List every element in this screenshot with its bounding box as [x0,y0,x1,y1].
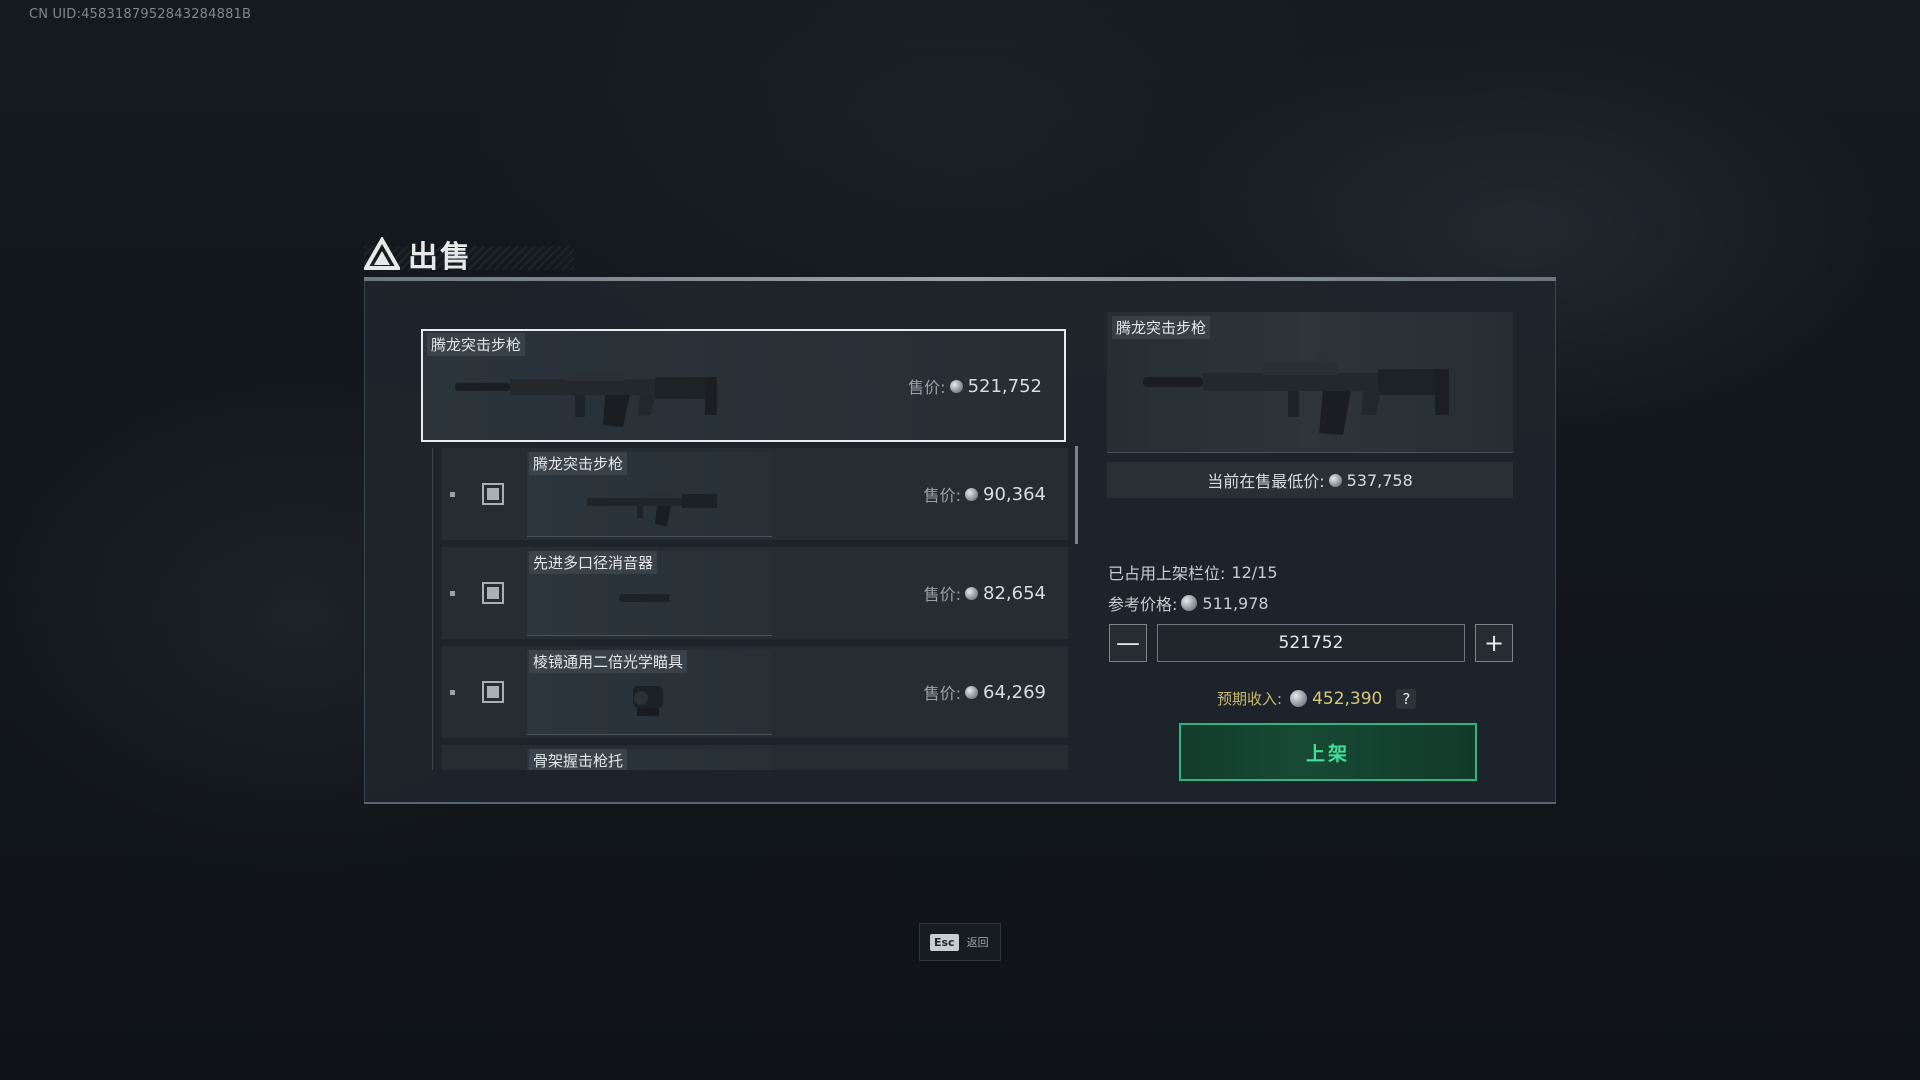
expected-income-value: 452,390 [1312,688,1383,709]
panel-top-border [364,277,1556,281]
increase-price-button[interactable]: + [1475,624,1513,662]
suppressor-icon [619,594,679,602]
coin-icon [965,487,979,501]
ref-price-value: 511,978 [1202,593,1269,613]
item-price-label: 售价: [923,585,962,604]
item-name: 腾龙突击步枪 [529,452,628,475]
item-price-label: 售价: [923,684,962,703]
page-header: 出售 [364,232,472,276]
slots-label: 已占用上架栏位: [1108,564,1226,583]
help-icon[interactable]: ? [1396,688,1417,709]
tree-dot [450,591,455,596]
selected-price-label: 售价: [908,378,946,397]
list-item[interactable]: 骨架握击枪托 [442,745,1068,770]
item-thumb: 棱镜通用二倍光学瞄具 [527,650,772,735]
page-title: 出售 [408,240,472,275]
tree-dot [450,690,455,695]
rifle-icon [455,362,717,427]
attachment-list: 腾龙突击步枪 售价: 90,364 先进多口径消音器 售价: 82,654 棱镜… [432,448,1078,770]
item-name: 棱镜通用二倍光学瞄具 [529,650,688,673]
list-scrollbar[interactable] [1075,446,1078,544]
preview-item-name: 腾龙突击步枪 [1112,316,1211,339]
list-item[interactable]: 腾龙突击步枪 售价: 90,364 [442,448,1068,540]
back-label: 返回 [966,936,989,949]
list-for-sale-button[interactable]: 上架 [1179,723,1477,781]
item-name: 先进多口径消音器 [529,551,658,574]
ref-price-label: 参考价格: [1108,595,1178,614]
scope-icon [633,686,663,716]
esc-back-hint[interactable]: Esc 返回 [919,923,1001,961]
item-checkbox[interactable] [482,582,504,604]
decrease-price-button[interactable]: — [1109,624,1147,662]
slots-info: 已占用上架栏位: 12/15 [1108,560,1278,584]
esc-key-icon: Esc [930,933,959,951]
delta-logo-icon [364,237,400,270]
lowest-price-label: 当前在售最低价: [1207,472,1325,491]
coin-icon [949,379,963,393]
list-item[interactable]: 先进多口径消音器 售价: 82,654 [442,547,1068,639]
item-price: 64,269 [983,681,1046,703]
panel-bottom-border [364,802,1556,804]
uid-label: CN UID:4583187952843284881B [29,7,252,22]
item-checkbox[interactable] [482,483,504,505]
slots-value: 12/15 [1231,562,1278,582]
ref-price-info: 参考价格: 511,978 [1108,591,1269,615]
selected-item-card[interactable]: 腾龙突击步枪 售价: 521,752 [421,329,1066,442]
list-item[interactable]: 棱镜通用二倍光学瞄具 售价: 64,269 [442,646,1068,738]
item-price: 90,364 [983,483,1046,505]
coin-icon [1328,473,1342,487]
tree-dot [450,492,455,497]
item-checkbox[interactable] [482,681,504,703]
item-price-label: 售价: [923,486,962,505]
selected-price: 521,752 [967,375,1042,397]
item-price: 82,654 [983,582,1046,604]
expected-income: 预期收入: 452,390 ? [1217,688,1417,709]
coin-icon [965,685,979,699]
item-thumb: 先进多口径消音器 [527,551,772,636]
coin-icon [1290,690,1308,707]
item-thumb: 骨架握击枪托 [527,749,772,770]
expected-income-label: 预期收入: [1217,690,1283,708]
item-name: 骨架握击枪托 [529,749,628,770]
lowest-price-value: 537,758 [1346,470,1413,490]
lowest-price-bar: 当前在售最低价: 537,758 [1107,462,1513,498]
item-thumb: 腾龙突击步枪 [527,452,772,537]
coin-icon [1181,595,1198,611]
price-input[interactable]: 521752 [1157,624,1465,662]
coin-icon [965,586,979,600]
rifle-icon [1143,351,1449,435]
rifle-icon [587,492,717,526]
item-preview: 腾龙突击步枪 [1107,312,1513,453]
